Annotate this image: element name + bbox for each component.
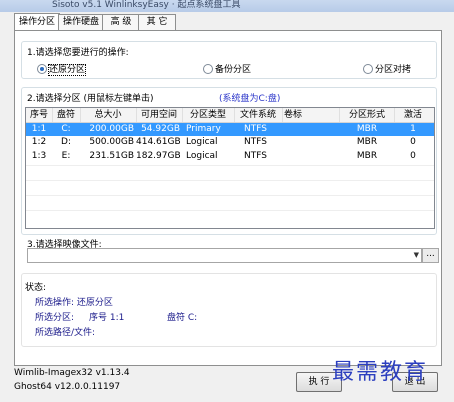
col-partition-type: 分区类型: [182, 108, 235, 122]
cell-total-size: 200.00GB: [89, 124, 134, 134]
cell-free-space: 414.61GB: [136, 137, 181, 147]
col-filesystem: 文件系统: [234, 108, 283, 122]
status-drive: 盘符 C:: [167, 313, 198, 323]
cell-volume-label: [284, 150, 340, 163]
cell-filesystem: NTFS: [244, 124, 267, 134]
cell-active: 1: [410, 124, 416, 134]
col-total-size: 总大小: [80, 108, 137, 122]
window-title: Sisoto v5.1 WinlinksyEasy · 起点系统盘工具: [52, 0, 241, 10]
radio-backup[interactable]: 备份分区: [203, 62, 251, 75]
status-partition: 所选分区:: [35, 313, 75, 323]
cell-index: 1:2: [31, 137, 47, 147]
system-disk-note: (系统盘为C:盘): [219, 94, 281, 104]
operation-title: 1.请选择您要进行的操作:: [27, 48, 129, 58]
status-path: 所选路径/文件:: [35, 328, 96, 338]
col-free-space: 可用空间: [136, 108, 183, 122]
col-index: 序号: [26, 108, 53, 122]
radio-copy-label: 分区对拷: [375, 65, 412, 75]
grid-line: [26, 195, 434, 196]
grid-line: [26, 210, 434, 211]
cell-drive: E:: [61, 151, 71, 161]
cell-volume-label: [284, 136, 340, 149]
cell-filesystem: NTFS: [244, 137, 267, 147]
cell-partition-style: MBR: [356, 137, 378, 147]
radio-restore[interactable]: 还原分区: [37, 62, 87, 76]
tab-other[interactable]: 其 它: [138, 14, 176, 30]
cell-partition-style: MBR: [356, 124, 378, 134]
radio-copy[interactable]: 分区对拷: [363, 62, 411, 75]
cell-drive: C:: [61, 124, 71, 134]
tab-advanced[interactable]: 高 级: [102, 14, 140, 30]
table-row[interactable]: 1:1 C: 200.00GB 54.92GB Primary NTFS MBR…: [26, 123, 434, 136]
cell-partition-type: Logical: [186, 151, 218, 161]
status-number: 序号 1:1: [89, 313, 125, 323]
status-title: 状态:: [25, 283, 47, 293]
partition-title: 2.请选择分区 (用鼠标左键单击): [27, 94, 154, 104]
grid-line: [26, 165, 434, 166]
main-panel: 1.请选择您要进行的操作: 还原分区 备份分区 分区对拷 2.请选择分区 (用鼠…: [14, 30, 442, 366]
watermark-logo: 最需教育: [332, 360, 429, 385]
title-bar: Sisoto v5.1 WinlinksyEasy · 起点系统盘工具: [0, 0, 454, 12]
tab-operate-partition[interactable]: 操作分区: [14, 13, 60, 31]
cell-index: 1:3: [31, 151, 47, 161]
radio-checked-icon: [37, 63, 47, 74]
table-header: 序号 盘符 总大小 可用空间 分区类型 文件系统 卷标 分区形式 激活: [26, 108, 434, 123]
cell-partition-style: MBR: [356, 151, 378, 161]
cell-total-size: 231.51GB: [89, 151, 134, 161]
col-partition-style: 分区形式: [340, 108, 395, 122]
cell-active: 0: [410, 151, 416, 161]
radio-unchecked-icon: [203, 63, 213, 74]
cell-free-space: 182.97GB: [136, 151, 181, 161]
col-drive: 盘符: [52, 108, 81, 122]
cell-total-size: 500.00GB: [89, 137, 134, 147]
table-row[interactable]: 1:3 E: 231.51GB 182.97GB Logical NTFS MB…: [26, 150, 434, 163]
col-active: 激活: [403, 110, 422, 120]
cell-drive: D:: [61, 137, 71, 147]
cell-volume-label: [284, 123, 340, 136]
table-row[interactable]: 1:2 D: 500.00GB 414.61GB Logical NTFS MB…: [26, 136, 434, 149]
cell-partition-type: Primary: [186, 124, 221, 134]
ghost-version: Ghost64 v12.0.0.11197: [14, 382, 121, 392]
status-operation: 所选操作: 还原分区: [35, 298, 113, 308]
radio-unchecked-icon: [363, 63, 373, 74]
dropdown-arrow-icon[interactable]: ▼: [414, 251, 419, 259]
col-volume-label: 卷标: [282, 108, 340, 122]
radio-restore-label: 还原分区: [47, 64, 87, 76]
grid-line: [26, 180, 434, 181]
cell-filesystem: NTFS: [244, 151, 267, 161]
cell-free-space: 54.92GB: [141, 124, 180, 134]
cell-active: 0: [410, 137, 416, 147]
browse-button[interactable]: ...: [422, 248, 439, 263]
wimlib-version: Wimlib-Imagex32 v1.13.4: [14, 368, 130, 378]
tab-operate-disk[interactable]: 操作硬盘: [58, 14, 104, 30]
cell-partition-type: Logical: [186, 137, 218, 147]
partition-table[interactable]: 序号 盘符 总大小 可用空间 分区类型 文件系统 卷标 分区形式 激活 1:1 …: [25, 107, 435, 229]
image-file-combo[interactable]: ▼: [27, 248, 422, 263]
cell-index: 1:1: [31, 124, 47, 134]
radio-backup-label: 备份分区: [215, 65, 252, 75]
